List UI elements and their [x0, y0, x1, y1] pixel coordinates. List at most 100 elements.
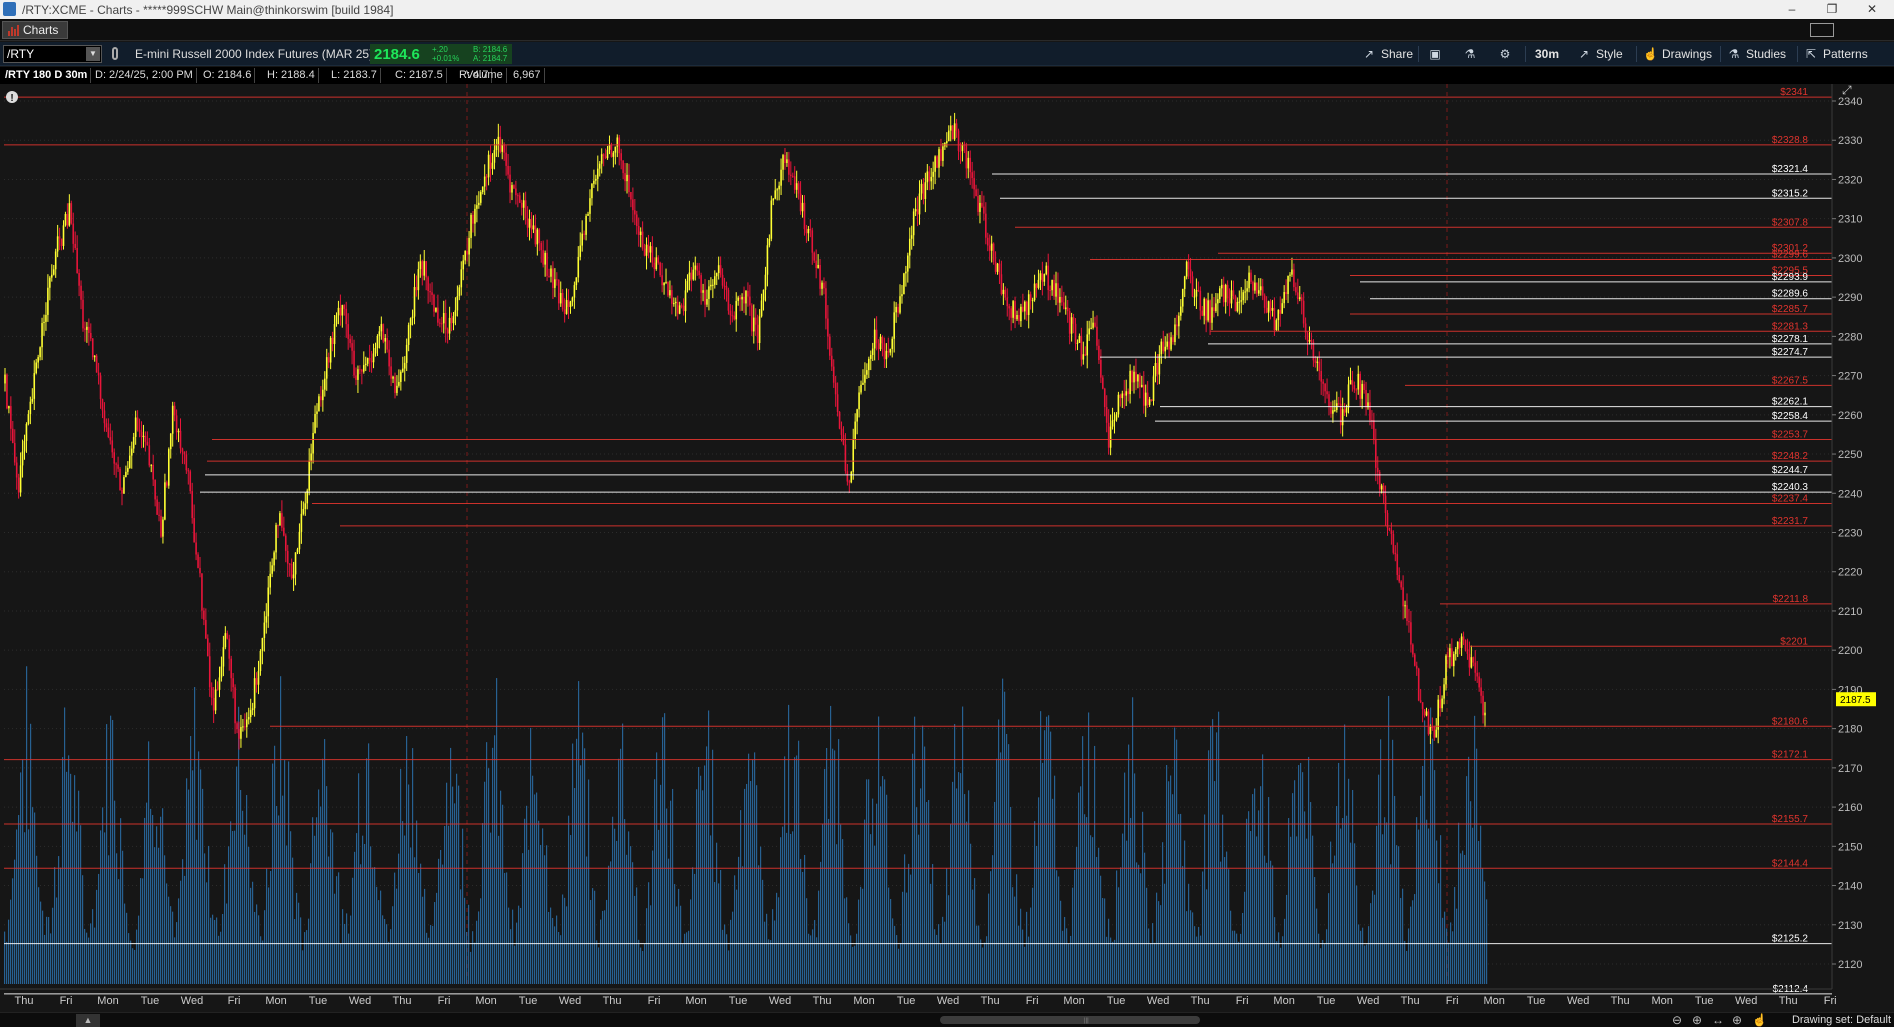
volume-bar — [1412, 900, 1414, 984]
candle-body — [1219, 288, 1221, 300]
horizontal-scrollbar[interactable] — [940, 1016, 1200, 1024]
volume-bar — [638, 939, 640, 984]
candle-body — [602, 154, 605, 157]
price-tick-label: 2290 — [1838, 292, 1862, 304]
collapse-icon[interactable]: ▲ — [76, 1014, 100, 1027]
volume-bar — [658, 829, 660, 984]
price-level-label: $2289.6 — [1772, 289, 1809, 300]
style-button[interactable]: ↗ Style — [1577, 45, 1623, 64]
candle-body — [885, 350, 888, 360]
candle-body — [1170, 337, 1172, 350]
candle-body — [35, 362, 37, 374]
candle-body — [1168, 341, 1170, 350]
candle-body — [409, 318, 412, 326]
volume-bar — [162, 808, 164, 984]
pan-hand-icon[interactable]: ☝ — [1752, 1013, 1767, 1027]
grid-toggle-button[interactable]: ▣ — [1428, 45, 1447, 64]
candle-body — [462, 260, 465, 270]
crosshair-icon[interactable]: ⊕ — [1732, 1013, 1742, 1027]
candle-body — [355, 375, 357, 380]
candle-body — [612, 152, 615, 157]
candle-body — [437, 307, 439, 323]
volume-bar — [96, 889, 98, 984]
share-button[interactable]: ↗ Share — [1362, 45, 1413, 64]
chevron-down-icon[interactable]: ▼ — [86, 47, 100, 61]
time-tick-label: Wed — [1357, 995, 1379, 1007]
volume-bar — [138, 915, 140, 984]
volume-bar — [1188, 883, 1190, 984]
studies-button[interactable]: ⚗ Studies — [1727, 45, 1786, 64]
minimize-button[interactable]: – — [1772, 1, 1812, 18]
volume-bar — [1392, 739, 1394, 984]
price-chart[interactable]: $2341 $2328.8 $2321.4 $2315.2 $2307.8 $2301.2… — [0, 84, 1894, 1012]
volume-bar — [1124, 772, 1126, 984]
window-layout-icon[interactable] — [1810, 23, 1834, 37]
volume-bar — [468, 904, 470, 984]
volume-bar — [1480, 825, 1482, 984]
candle-body — [526, 218, 529, 228]
fit-horizontal-icon[interactable]: ↔ — [1712, 1013, 1724, 1027]
volume-bar — [710, 835, 712, 984]
volume-bar — [1222, 814, 1224, 984]
candle-body — [238, 729, 240, 739]
volume-bar — [276, 806, 278, 984]
volume-bar — [956, 788, 958, 984]
candle-body — [341, 304, 344, 316]
candle-body — [84, 328, 86, 330]
candle-body — [946, 141, 948, 144]
volume-bar — [316, 817, 318, 984]
volume-bar — [196, 839, 198, 984]
volume-bar — [1340, 828, 1342, 984]
candle-body — [1298, 297, 1301, 300]
candle-body — [1082, 354, 1085, 360]
zoom-out-icon[interactable]: ⊖ — [1672, 1013, 1682, 1027]
drawings-button[interactable]: ☝ Drawings — [1643, 45, 1712, 64]
candle-body — [1024, 301, 1026, 312]
candle-body — [665, 281, 667, 283]
timeframe-button[interactable]: 30m — [1535, 45, 1559, 64]
candle-body — [569, 301, 572, 307]
flask-button[interactable]: ⚗ — [1463, 45, 1482, 64]
tab-charts[interactable]: Charts — [2, 21, 68, 39]
candle-body — [1018, 315, 1020, 322]
volume-bar — [472, 931, 474, 984]
candle-body — [1084, 354, 1087, 356]
candle-body — [589, 198, 591, 214]
volume-bar — [1164, 883, 1166, 984]
volume-bar — [392, 906, 394, 984]
close-button[interactable]: ✕ — [1852, 1, 1892, 18]
volume-bar — [1448, 942, 1450, 984]
maximize-button[interactable]: ❐ — [1812, 1, 1852, 18]
volume-bar — [256, 904, 258, 984]
volume-bar — [414, 857, 416, 984]
zoom-in-icon[interactable]: ⊕ — [1692, 1013, 1702, 1027]
candle-body — [852, 439, 855, 472]
price-tick-label: 2170 — [1838, 763, 1862, 775]
patterns-button[interactable]: ⇱ Patterns — [1804, 45, 1868, 64]
link-icon[interactable] — [112, 47, 118, 60]
volume-bar — [1376, 825, 1378, 984]
price-level-label: $2267.5 — [1772, 375, 1809, 386]
volume-bar — [1270, 860, 1272, 984]
volume-bar — [848, 923, 850, 984]
volume-bar — [1354, 843, 1356, 984]
chart-canvas[interactable]: $2341$2328.8$2321.4$2315.2$2307.8$2301.2… — [0, 84, 1894, 1012]
volume-bar — [1318, 933, 1320, 984]
volume-bar — [352, 877, 354, 984]
volume-bar — [1050, 731, 1052, 984]
symbol-input[interactable]: /RTY ▼ — [3, 45, 102, 63]
candle-body — [4, 374, 6, 384]
candle-body — [95, 355, 98, 373]
candle-body — [1103, 388, 1106, 408]
volume-bar — [332, 832, 334, 984]
candle-body — [54, 251, 57, 270]
time-tick-label: Tue — [1107, 995, 1126, 1007]
volume-bar — [358, 773, 360, 984]
candle-body — [815, 260, 817, 269]
candle-body — [236, 723, 238, 730]
price-level-label: $2253.7 — [1772, 430, 1809, 441]
settings-button[interactable]: ⚙ — [1498, 45, 1517, 64]
volume-bar — [734, 875, 736, 984]
candle-body — [25, 423, 28, 441]
candle-body — [1199, 290, 1202, 311]
